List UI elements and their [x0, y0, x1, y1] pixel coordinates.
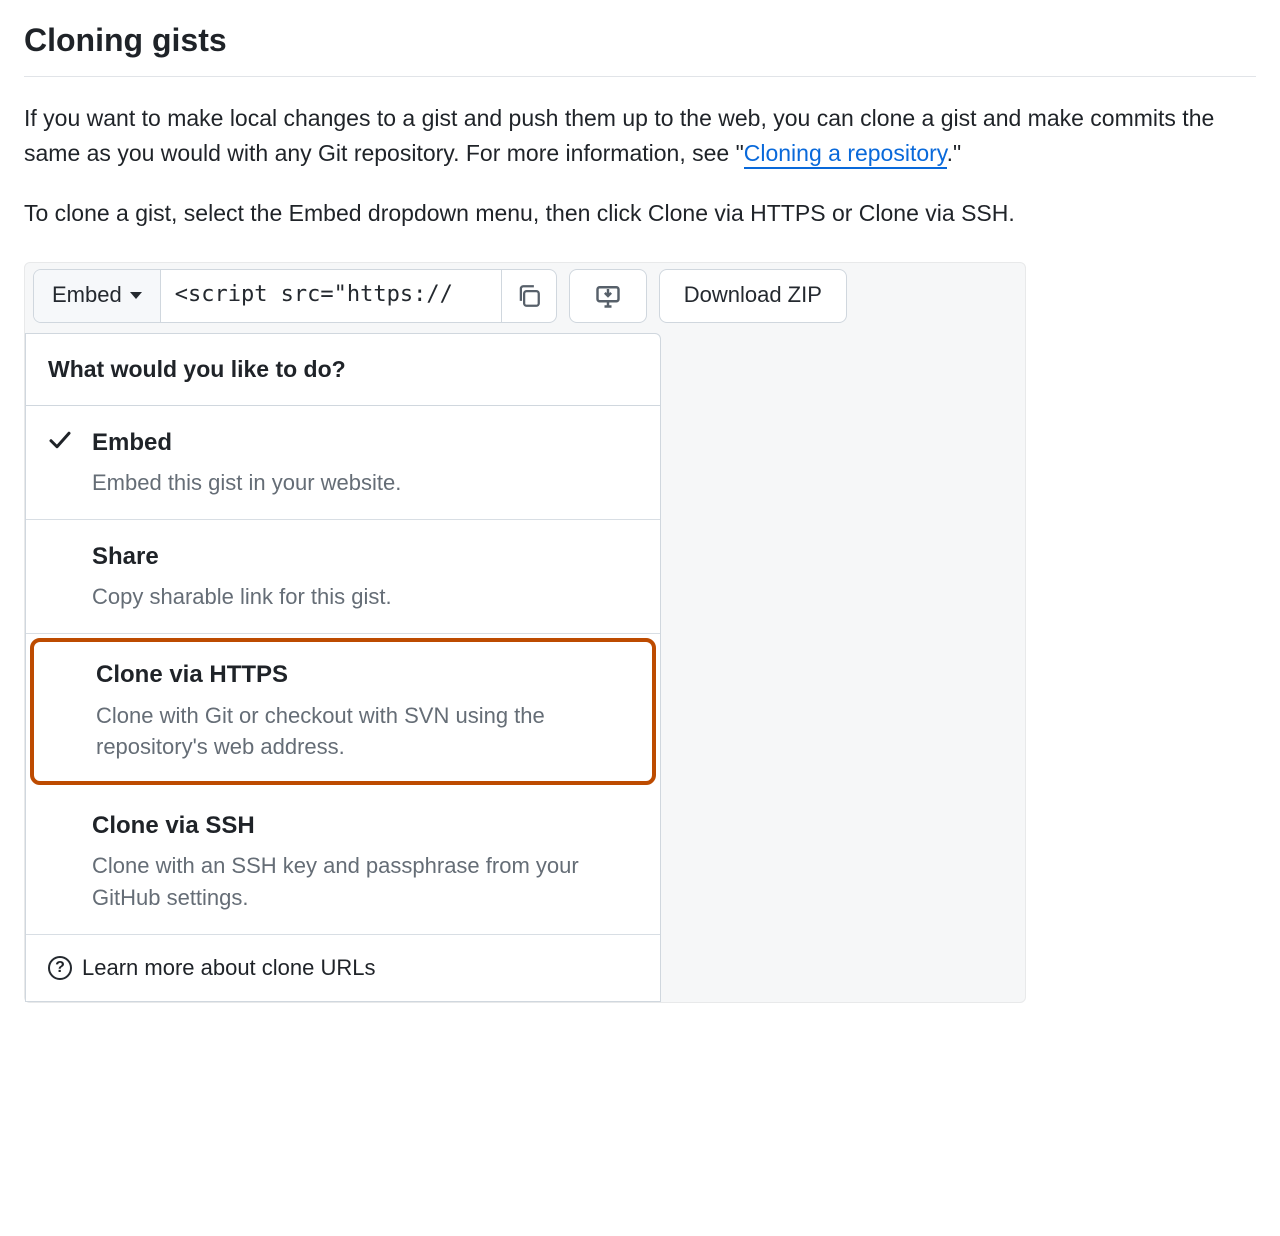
section-heading: Cloning gists	[24, 16, 1256, 77]
dropdown-item-clone-https[interactable]: Clone via HTTPS Clone with Git or checko…	[30, 638, 656, 785]
link-cloning-repo[interactable]: Cloning a repository	[744, 140, 947, 169]
download-zip-label: Download ZIP	[684, 278, 822, 312]
embed-dropdown-label: Embed	[52, 278, 122, 312]
copy-icon	[516, 283, 542, 309]
open-desktop-button[interactable]	[569, 269, 647, 323]
para1-pre: If you want to make local changes to a g…	[24, 105, 1214, 167]
copy-embed-button[interactable]	[501, 270, 556, 322]
dropdown-footer-label: Learn more about clone URLs	[82, 951, 376, 985]
dropdown-item-title: Share	[92, 538, 638, 575]
embed-url-field[interactable]: <script src="https://	[161, 270, 501, 322]
dropdown-item-clone-ssh[interactable]: Clone via SSH Clone with an SSH key and …	[26, 789, 660, 935]
intro-paragraph-2: To clone a gist, select the Embed dropdo…	[24, 196, 1256, 232]
dropdown-item-desc: Clone with an SSH key and passphrase fro…	[92, 850, 638, 914]
dropdown-item-embed[interactable]: Embed Embed this gist in your website.	[26, 406, 660, 520]
dropdown-item-desc: Embed this gist in your website.	[92, 467, 638, 499]
embed-dropdown-button[interactable]: Embed	[34, 270, 161, 322]
dropdown-item-title: Clone via SSH	[92, 807, 638, 844]
dropdown-item-share[interactable]: Share Copy sharable link for this gist.	[26, 520, 660, 634]
dropdown-header: What would you like to do?	[26, 334, 660, 407]
check-icon	[48, 428, 72, 452]
dropdown-item-title: Clone via HTTPS	[96, 656, 634, 693]
question-icon: ?	[48, 956, 72, 980]
dropdown-footer-link[interactable]: ? Learn more about clone URLs	[26, 935, 660, 1001]
gist-clone-figure: Embed <script src="https://	[24, 262, 1026, 1004]
gist-toolbar: Embed <script src="https://	[25, 263, 1025, 323]
desktop-download-icon	[594, 282, 622, 310]
para1-post: ."	[947, 140, 962, 166]
embed-dropdown-menu: What would you like to do? Embed Embed t…	[25, 333, 661, 1003]
download-zip-button[interactable]: Download ZIP	[659, 269, 847, 323]
dropdown-item-desc: Clone with Git or checkout with SVN usin…	[96, 700, 634, 764]
caret-down-icon	[130, 292, 142, 299]
embed-input-group: Embed <script src="https://	[33, 269, 557, 323]
intro-paragraph-1: If you want to make local changes to a g…	[24, 101, 1256, 172]
dropdown-item-title: Embed	[92, 424, 638, 461]
dropdown-item-desc: Copy sharable link for this gist.	[92, 581, 638, 613]
